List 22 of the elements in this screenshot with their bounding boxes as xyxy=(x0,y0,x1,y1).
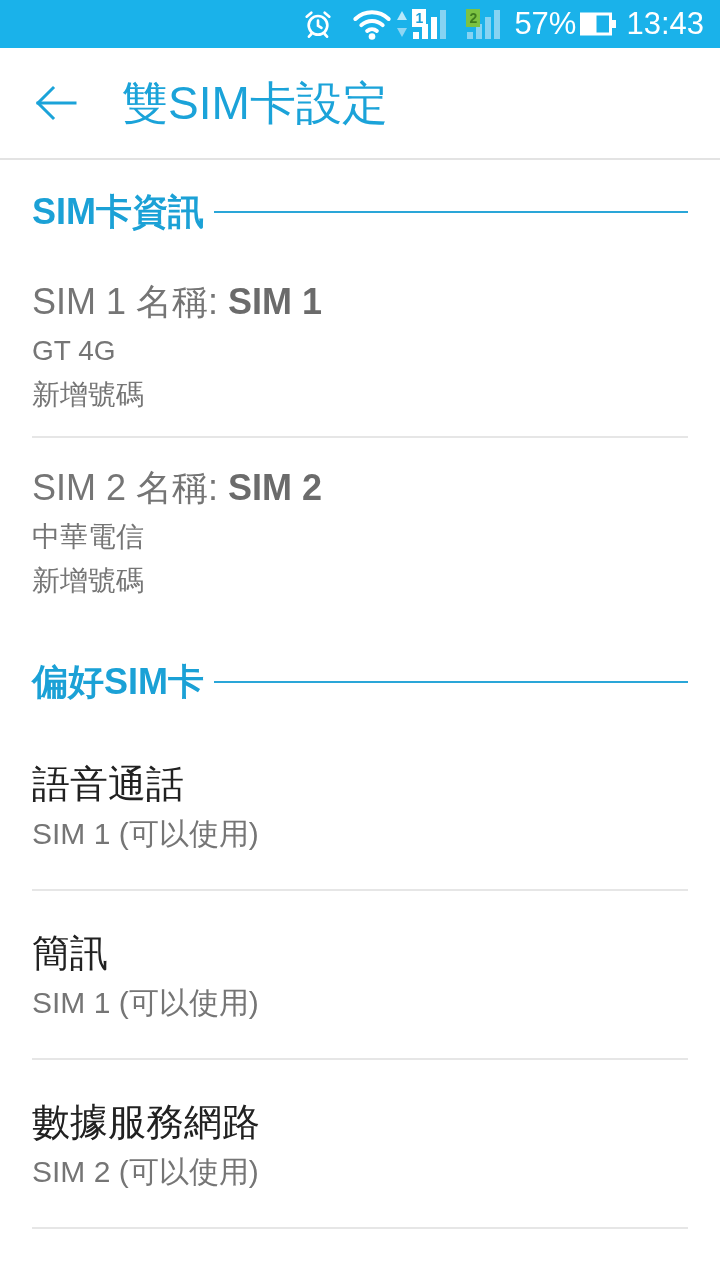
battery-icon xyxy=(580,12,619,36)
preference-title[interactable]: 語音通話 xyxy=(32,760,688,808)
wifi-icon xyxy=(352,8,393,40)
sim-name-title[interactable]: SIM 2 名稱: SIM 2 xyxy=(32,465,688,511)
clock-time: 13:43 xyxy=(626,6,704,42)
sim-detail: 中華電信 xyxy=(32,520,145,554)
sim-detail: 新增號碼 xyxy=(32,564,145,598)
section-header: 偏好SIM卡 xyxy=(32,660,204,704)
sim-badge: 1 xyxy=(412,9,427,27)
preference-summary: SIM 2 (可以使用) xyxy=(32,1154,260,1190)
data-activity-icon xyxy=(396,9,409,39)
sim-detail: GT 4G xyxy=(32,334,117,368)
sim-badge: 2 xyxy=(466,9,481,27)
sim-detail: 新增號碼 xyxy=(32,378,145,412)
section-header: SIM卡資訊 xyxy=(32,190,204,234)
preference-title[interactable]: 簡訊 xyxy=(32,929,688,977)
page-title: 雙SIM卡設定 xyxy=(122,76,388,131)
preference-title[interactable]: 數據服務網路 xyxy=(32,1098,688,1146)
preference-summary: SIM 1 (可以使用) xyxy=(32,985,260,1021)
battery-percent: 57% xyxy=(514,6,577,42)
sim-name-title[interactable]: SIM 1 名稱: SIM 1 xyxy=(32,279,688,325)
preference-summary: SIM 1 (可以使用) xyxy=(32,816,260,852)
